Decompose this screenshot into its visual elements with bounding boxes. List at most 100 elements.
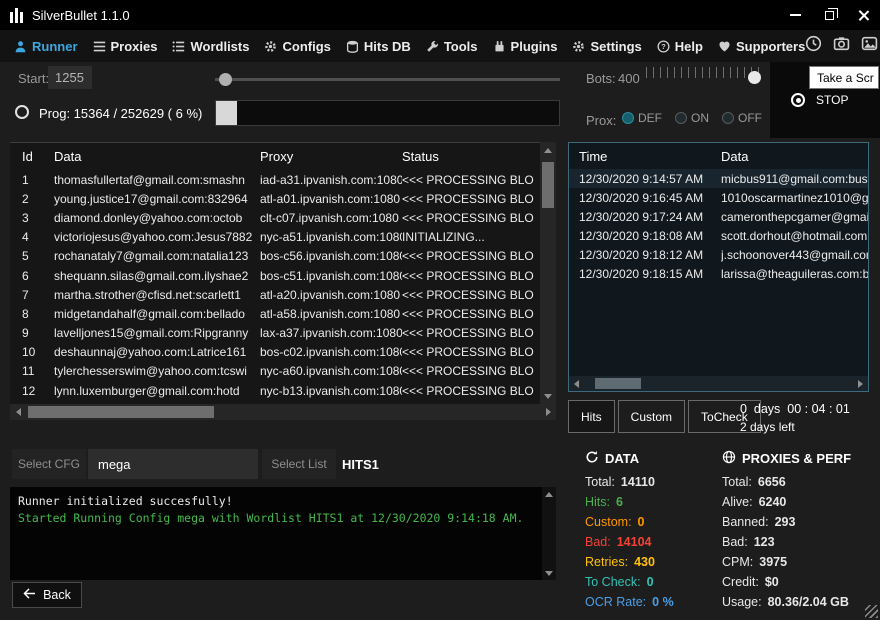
scroll-down-button[interactable] — [540, 388, 556, 404]
tab-hits[interactable]: Hits — [568, 400, 615, 433]
log-console[interactable]: Runner initialized succesfully! Started … — [10, 487, 556, 580]
prox-option-off[interactable]: OFF — [722, 111, 762, 125]
stop-label: STOP — [816, 93, 848, 107]
column-header-proxy[interactable]: Proxy — [260, 149, 402, 164]
stat-value: 293 — [775, 515, 796, 529]
camera-icon[interactable] — [833, 35, 850, 57]
hits-table-row[interactable]: 12/30/2020 9:14:57 AM micbus911@gmail.co… — [569, 169, 868, 188]
runner-table-row[interactable]: 6 shequann.silas@gmail.com.ilyshae2 bos-… — [10, 266, 540, 285]
history-icon[interactable] — [805, 35, 822, 57]
stop-button[interactable]: STOP — [791, 93, 848, 107]
scroll-down-button[interactable] — [542, 566, 556, 580]
nav-hitsdb[interactable]: Hits DB — [346, 39, 411, 54]
tab-custom[interactable]: Custom — [618, 400, 685, 433]
nav-runner[interactable]: Runner — [14, 39, 78, 54]
runner-horizontal-scrollbar[interactable] — [10, 404, 556, 420]
cell-status: <<< PROCESSING BLO — [402, 307, 540, 321]
scroll-up-button[interactable] — [542, 487, 556, 501]
column-header-time[interactable]: Time — [579, 149, 721, 164]
hits-horizontal-scrollbar[interactable] — [569, 376, 868, 391]
prox-option-def[interactable]: DEF — [622, 111, 662, 125]
start-slider[interactable] — [215, 72, 560, 87]
config-name-input[interactable] — [88, 449, 258, 479]
hits-table-row[interactable]: 12/30/2020 9:18:12 AM j.schoonover443@gm… — [569, 245, 868, 264]
column-header-status[interactable]: Status — [402, 149, 540, 164]
nav-settings[interactable]: Settings — [572, 39, 641, 54]
scroll-right-button[interactable] — [540, 404, 556, 420]
hits-table-row[interactable]: 12/30/2020 9:18:08 AM scott.dorhout@hotm… — [569, 226, 868, 245]
close-button[interactable] — [846, 0, 880, 30]
runner-table-row[interactable]: 8 midgetandahalf@gmail.com:bellado atl-a… — [10, 304, 540, 323]
stat-value: 14104 — [617, 535, 652, 549]
database-icon — [346, 40, 359, 53]
resize-grip[interactable] — [865, 605, 878, 618]
hits-table-body: 12/30/2020 9:14:57 AM micbus911@gmail.co… — [569, 169, 868, 283]
scrollbar-thumb[interactable] — [595, 378, 641, 389]
runner-table-row[interactable]: 7 martha.strother@cfisd.net:scarlett1 at… — [10, 285, 540, 304]
bots-slider[interactable] — [646, 66, 761, 86]
column-header-data[interactable]: Data — [721, 149, 868, 164]
column-header-id[interactable]: Id — [10, 149, 54, 164]
nav-label: Wordlists — [190, 39, 249, 54]
hits-tabs: Hits Custom ToCheck — [568, 400, 761, 433]
scroll-left-button[interactable] — [10, 404, 26, 420]
cell-proxy: nyc-b13.ipvanish.com:1080 — [260, 384, 402, 398]
nav-help[interactable]: ? Help — [657, 39, 703, 54]
hits-panel: Time Data 12/30/2020 9:14:57 AM micbus91… — [568, 142, 869, 392]
select-cfg-button[interactable]: Select CFG — [12, 449, 86, 479]
arrow-up-icon — [544, 148, 552, 153]
hits-table-row[interactable]: 12/30/2020 9:16:45 AM 1010oscarmartinez1… — [569, 188, 868, 207]
slider-thumb[interactable] — [219, 73, 232, 86]
start-input[interactable] — [48, 66, 92, 89]
stat-label: Total: — [722, 475, 752, 489]
hits-table-row[interactable]: 12/30/2020 9:17:24 AM cameronthepcgamer@… — [569, 207, 868, 226]
stat-row: OCR Rate: 0 % — [585, 592, 720, 612]
hits-table-row[interactable]: 12/30/2020 9:18:15 AM larissa@theaguiler… — [569, 264, 868, 283]
globe-icon — [722, 450, 736, 467]
runner-table-row[interactable]: 3 diamond.donley@yahoo.com:octob clt-c07… — [10, 208, 540, 227]
running-indicator-icon — [15, 105, 29, 119]
prox-radio-group: DEF ON OFF — [622, 111, 762, 125]
runner-table-row[interactable]: 10 deshaunnaj@yahoo.com:Latrice161 bos-c… — [10, 343, 540, 362]
nav-proxies[interactable]: Proxies — [93, 39, 158, 54]
runner-table-row[interactable]: 1 thomasfullertaf@gmail.com:smashn iad-a… — [10, 170, 540, 189]
cell-status: INITIALIZING... — [402, 230, 540, 244]
console-scrollbar[interactable] — [542, 487, 556, 580]
nav-wordlists[interactable]: Wordlists — [172, 39, 249, 54]
main-navbar: Runner Proxies Wordlists Configs Hits DB… — [0, 30, 880, 62]
runner-table-row[interactable]: 2 young.justice17@gmail.com:832964 atl-a… — [10, 189, 540, 208]
scroll-right-button[interactable] — [853, 376, 868, 391]
cell-proxy: bos-c51.ipvanish.com:1080 — [260, 269, 402, 283]
cell-data: victoriojesus@yahoo.com:Jesus7882 — [54, 230, 260, 244]
screenshot-icon[interactable] — [861, 35, 878, 57]
nav-tools[interactable]: Tools — [426, 39, 478, 54]
maximize-button[interactable] — [812, 0, 846, 30]
runner-table-row[interactable]: 5 rochanataly7@gmail.com:natalia123 bos-… — [10, 247, 540, 266]
runner-table-row[interactable]: 12 lynn.luxemburger@gmail.com:hotd nyc-b… — [10, 381, 540, 400]
minimize-button[interactable] — [778, 0, 812, 30]
select-list-button[interactable]: Select List — [262, 449, 336, 479]
scroll-up-button[interactable] — [540, 142, 556, 158]
cell-id: 10 — [10, 345, 54, 359]
column-header-data[interactable]: Data — [54, 149, 260, 164]
heart-icon — [718, 40, 731, 53]
runner-table-row[interactable]: 9 lavelljones15@gmail.com:Ripgranny lax-… — [10, 324, 540, 343]
runner-vertical-scrollbar[interactable] — [540, 142, 556, 404]
runner-table-row[interactable]: 4 victoriojesus@yahoo.com:Jesus7882 nyc-… — [10, 228, 540, 247]
slider-thumb[interactable] — [748, 71, 761, 84]
nav-supporters[interactable]: Supporters — [718, 39, 805, 54]
cell-id: 1 — [10, 173, 54, 187]
cell-proxy: nyc-a60.ipvanish.com:1080 — [260, 364, 402, 378]
cell-data: thomasfullertaf@gmail.com:smashn — [54, 173, 260, 187]
nav-configs[interactable]: Configs — [264, 39, 330, 54]
nav-label: Supporters — [736, 39, 805, 54]
scroll-left-button[interactable] — [569, 376, 584, 391]
scrollbar-thumb[interactable] — [28, 406, 214, 418]
scrollbar-thumb[interactable] — [542, 162, 554, 208]
stat-label: Retries: — [585, 555, 628, 569]
prox-option-on[interactable]: ON — [675, 111, 709, 125]
back-button[interactable]: Back — [12, 582, 82, 608]
nav-plugins[interactable]: Plugins — [493, 39, 558, 54]
wordlist-name-input[interactable] — [338, 449, 430, 479]
runner-table-row[interactable]: 11 tylerchesserswim@yahoo.com:tcswi nyc-… — [10, 362, 540, 381]
